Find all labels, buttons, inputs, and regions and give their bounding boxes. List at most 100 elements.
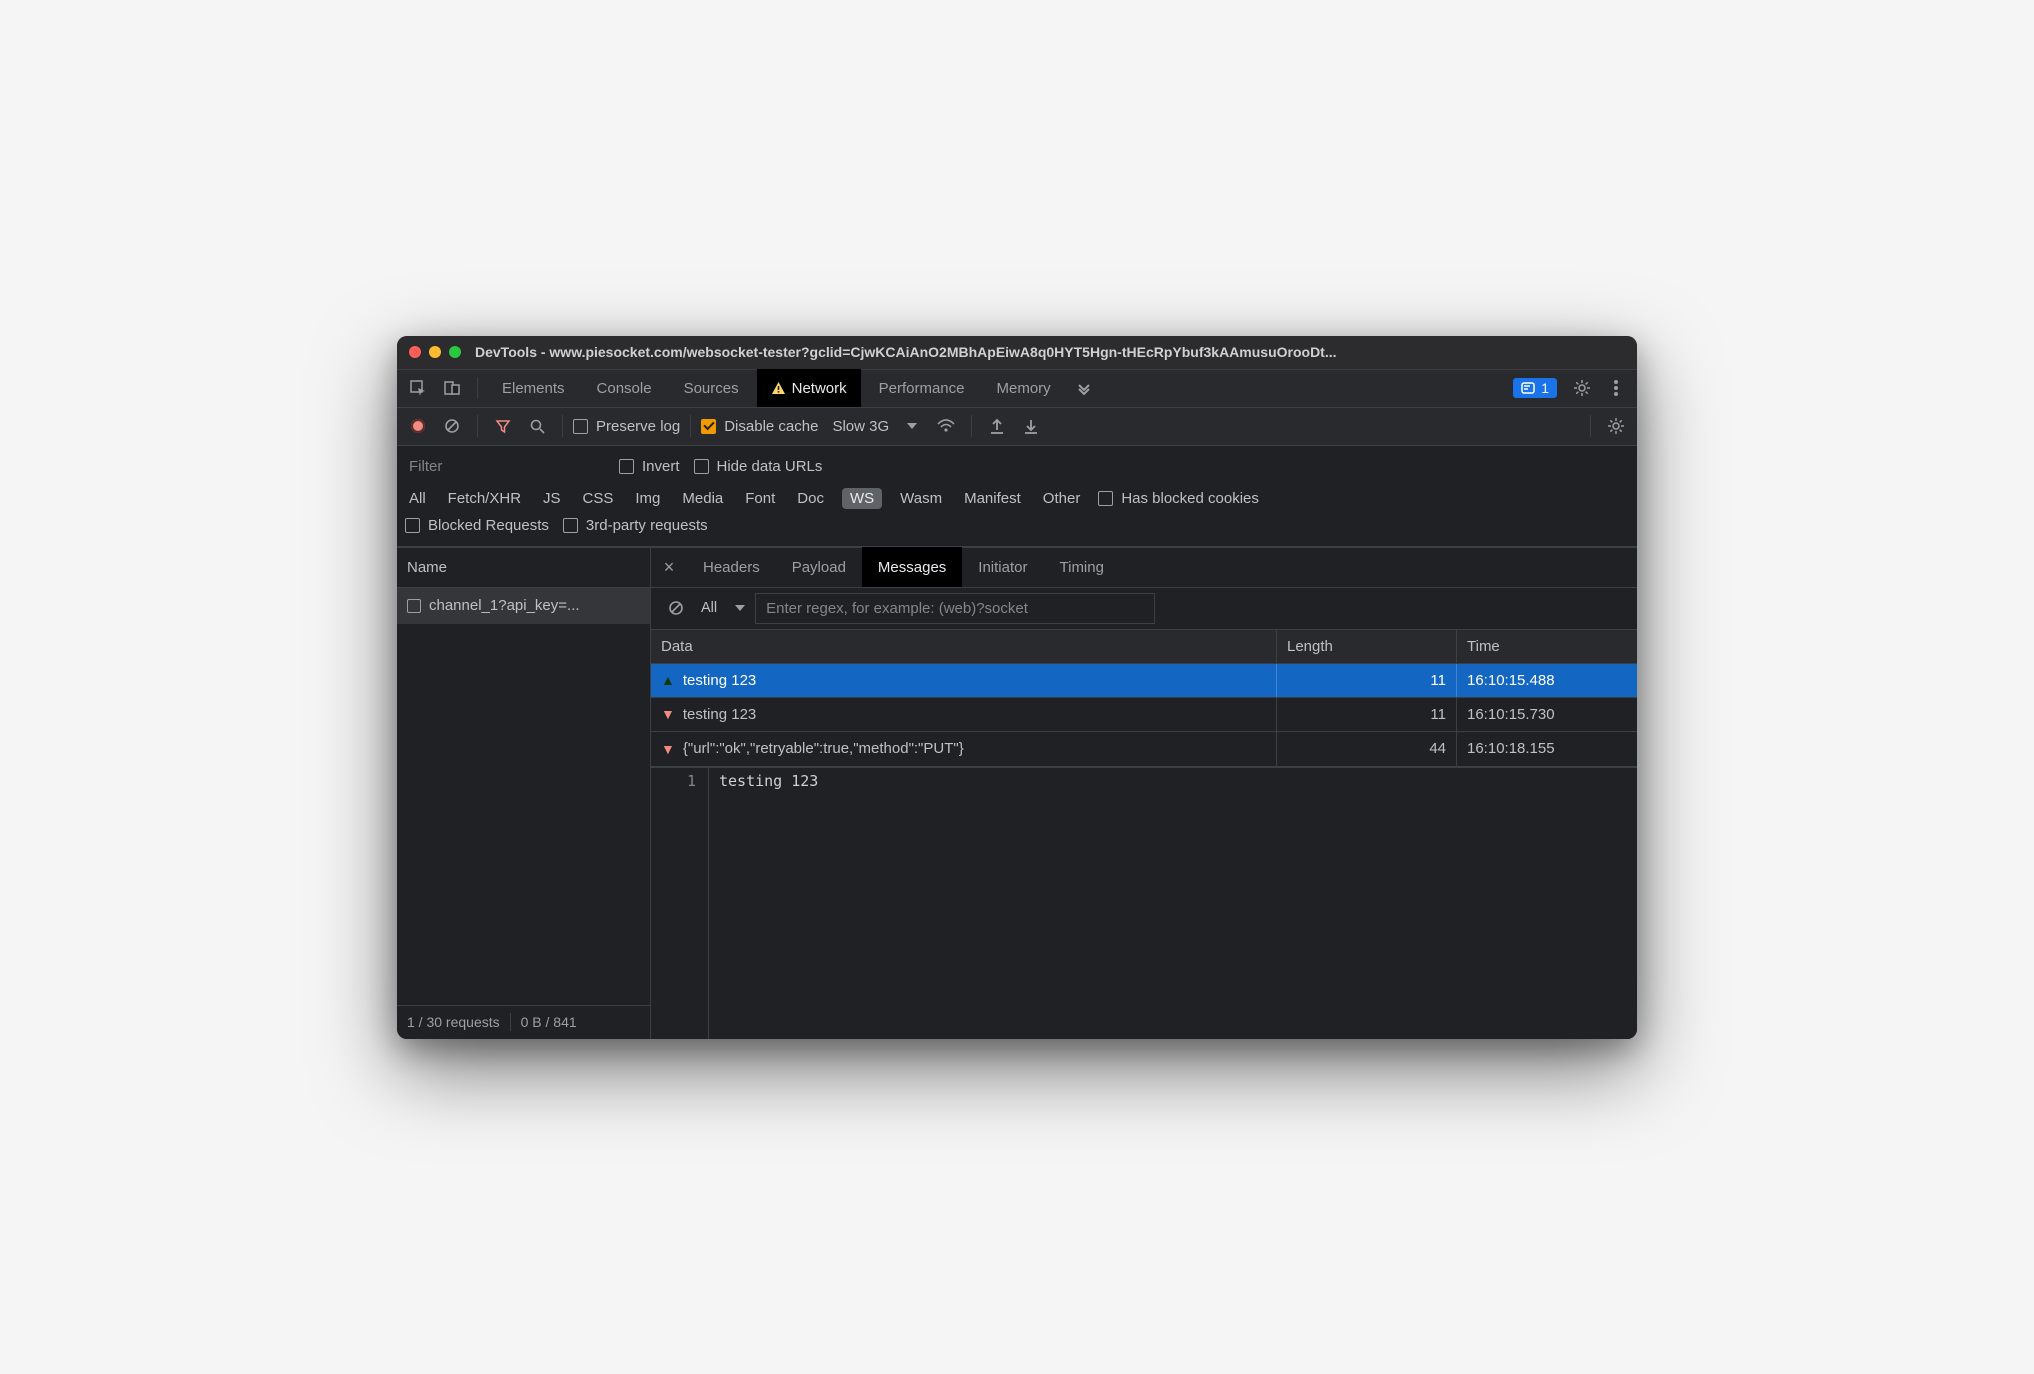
dtab-timing[interactable]: Timing <box>1044 547 1120 587</box>
close-window-button[interactable] <box>409 346 421 358</box>
message-row[interactable]: ▼testing 1231116:10:15.730 <box>651 698 1637 732</box>
chip-wasm[interactable]: Wasm <box>896 488 946 509</box>
has-blocked-cookies-checkbox[interactable]: Has blocked cookies <box>1098 490 1259 507</box>
window-controls <box>409 346 461 358</box>
issues-icon <box>1521 381 1535 395</box>
titlebar: DevTools - www.piesocket.com/websocket-t… <box>397 336 1637 370</box>
clear-messages-icon[interactable] <box>661 593 691 623</box>
disable-cache-checkbox[interactable]: Disable cache <box>701 418 818 435</box>
filter-icon[interactable] <box>488 411 518 441</box>
message-length: 11 <box>1277 664 1457 697</box>
arrow-down-icon: ▼ <box>661 742 675 756</box>
chip-doc[interactable]: Doc <box>793 488 828 509</box>
tab-console[interactable]: Console <box>583 369 666 407</box>
inspect-element-icon[interactable] <box>403 373 433 403</box>
col-data[interactable]: Data <box>651 630 1277 663</box>
chip-media[interactable]: Media <box>678 488 727 509</box>
issues-count: 1 <box>1541 380 1549 396</box>
tab-network[interactable]: Network <box>757 369 861 407</box>
message-time: 16:10:18.155 <box>1457 732 1637 766</box>
messages-regex-input[interactable] <box>755 593 1155 624</box>
arrow-down-icon: ▼ <box>661 707 675 721</box>
chip-other[interactable]: Other <box>1039 488 1085 509</box>
messages-toolbar: All <box>651 588 1637 630</box>
col-time[interactable]: Time <box>1457 630 1637 663</box>
messages-header-row: Data Length Time <box>651 630 1637 664</box>
chip-fetch-xhr[interactable]: Fetch/XHR <box>444 488 525 509</box>
disable-cache-label: Disable cache <box>724 418 818 435</box>
request-row[interactable]: channel_1?api_key=... <box>397 588 650 624</box>
divider <box>971 415 972 437</box>
download-har-icon[interactable] <box>1016 411 1046 441</box>
chip-manifest[interactable]: Manifest <box>960 488 1025 509</box>
messages-table: Data Length Time ▲testing 1231116:10:15.… <box>651 630 1637 767</box>
chip-css[interactable]: CSS <box>579 488 618 509</box>
network-body: Name channel_1?api_key=... 1 / 30 reques… <box>397 547 1637 1039</box>
tab-sources[interactable]: Sources <box>670 369 753 407</box>
hide-data-urls-checkbox[interactable]: Hide data URLs <box>694 458 823 475</box>
close-detail-icon[interactable]: × <box>651 557 687 578</box>
chip-img[interactable]: Img <box>631 488 664 509</box>
status-requests: 1 / 30 requests <box>407 1014 500 1030</box>
network-conditions-icon[interactable] <box>931 411 961 441</box>
message-preview: 1 testing 123 <box>651 767 1637 1039</box>
zoom-window-button[interactable] <box>449 346 461 358</box>
device-toolbar-icon[interactable] <box>437 373 467 403</box>
panel-settings-icon[interactable] <box>1601 411 1631 441</box>
status-bar: 1 / 30 requests 0 B / 841 <box>397 1005 650 1039</box>
record-button[interactable] <box>403 411 433 441</box>
blocked-requests-checkbox[interactable]: Blocked Requests <box>405 517 549 534</box>
issues-badge[interactable]: 1 <box>1513 378 1557 398</box>
more-tabs-icon[interactable] <box>1069 373 1099 403</box>
request-name: channel_1?api_key=... <box>429 597 580 614</box>
window-title: DevTools - www.piesocket.com/websocket-t… <box>475 344 1625 360</box>
divider <box>562 415 563 437</box>
dtab-headers[interactable]: Headers <box>687 547 776 587</box>
divider <box>477 377 478 399</box>
chevron-down-icon <box>907 423 917 429</box>
tab-elements[interactable]: Elements <box>488 369 579 407</box>
message-row[interactable]: ▼ {"url":"ok","retryable":true,"method":"… <box>651 732 1637 766</box>
third-party-checkbox[interactable]: 3rd-party requests <box>563 517 708 534</box>
throttling-value: Slow 3G <box>832 418 889 435</box>
message-data: testing 123 <box>683 706 756 723</box>
col-length[interactable]: Length <box>1277 630 1457 663</box>
invert-checkbox[interactable]: Invert <box>619 458 680 475</box>
tab-network-label: Network <box>792 380 847 397</box>
dtab-initiator[interactable]: Initiator <box>962 547 1043 587</box>
tab-performance[interactable]: Performance <box>865 369 979 407</box>
minimize-window-button[interactable] <box>429 346 441 358</box>
chevron-down-icon <box>735 605 745 611</box>
main-tabs: Elements Console Sources Network Perform… <box>397 370 1637 408</box>
dtab-messages[interactable]: Messages <box>862 547 962 587</box>
request-list-header: Name <box>397 548 650 588</box>
message-length: 11 <box>1277 698 1457 731</box>
chip-all[interactable]: All <box>405 488 430 509</box>
devtools-window: DevTools - www.piesocket.com/websocket-t… <box>397 336 1637 1039</box>
filter-input[interactable] <box>405 452 605 481</box>
message-data: {"url":"ok","retryable":true,"method":"P… <box>683 740 964 757</box>
message-time: 16:10:15.488 <box>1457 664 1637 697</box>
dtab-payload[interactable]: Payload <box>776 547 862 587</box>
detail-tabs: × Headers Payload Messages Initiator Tim… <box>651 548 1637 588</box>
preserve-log-checkbox[interactable]: Preserve log <box>573 418 680 435</box>
chip-js[interactable]: JS <box>539 488 565 509</box>
preserve-log-label: Preserve log <box>596 418 680 435</box>
kebab-menu-icon[interactable] <box>1601 373 1631 403</box>
throttling-select[interactable]: Slow 3G <box>822 418 927 435</box>
filter-bar: Invert Hide data URLs All Fetch/XHR JS CSS I… <box>397 446 1637 547</box>
messages-filter-select[interactable]: All <box>701 600 745 616</box>
line-number: 1 <box>651 768 709 1039</box>
tab-memory[interactable]: Memory <box>983 369 1065 407</box>
settings-icon[interactable] <box>1567 373 1597 403</box>
message-row[interactable]: ▲testing 1231116:10:15.488 <box>651 664 1637 698</box>
message-preview-text: testing 123 <box>709 768 828 1039</box>
chip-font[interactable]: Font <box>741 488 779 509</box>
chip-ws[interactable]: WS <box>842 488 882 509</box>
clear-icon[interactable] <box>437 411 467 441</box>
message-data: testing 123 <box>683 672 756 689</box>
divider <box>1590 415 1591 437</box>
upload-har-icon[interactable] <box>982 411 1012 441</box>
search-icon[interactable] <box>522 411 552 441</box>
divider <box>477 415 478 437</box>
